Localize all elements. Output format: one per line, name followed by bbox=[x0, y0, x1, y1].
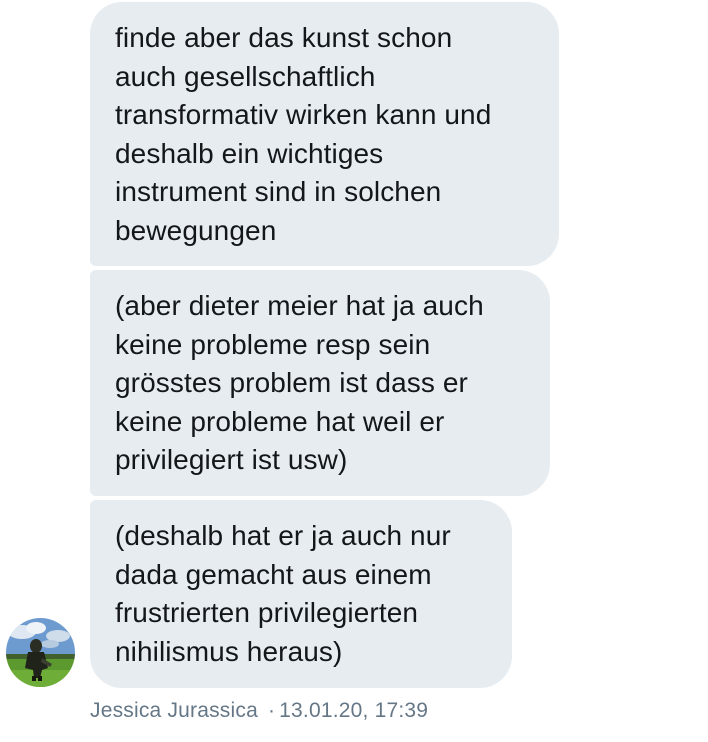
message-thread: finde aber das kunst schon auch gesellsc… bbox=[0, 0, 708, 742]
meta-separator: · bbox=[267, 699, 276, 722]
message-timestamp: 13.01.20, 17:39 bbox=[279, 699, 429, 722]
message-bubble[interactable]: (aber dieter meier hat ja auch keine pro… bbox=[90, 270, 550, 496]
profile-avatar-image bbox=[6, 618, 75, 687]
message-bubble[interactable]: finde aber das kunst schon auch gesellsc… bbox=[90, 2, 559, 266]
sender-name[interactable]: Jessica Jurassica bbox=[90, 699, 258, 722]
message-bubble[interactable]: (deshalb hat er ja auch nur dada gemacht… bbox=[90, 500, 512, 688]
avatar[interactable] bbox=[6, 618, 75, 687]
message-meta: Jessica Jurassica · 13.01.20, 17:39 bbox=[90, 699, 428, 723]
